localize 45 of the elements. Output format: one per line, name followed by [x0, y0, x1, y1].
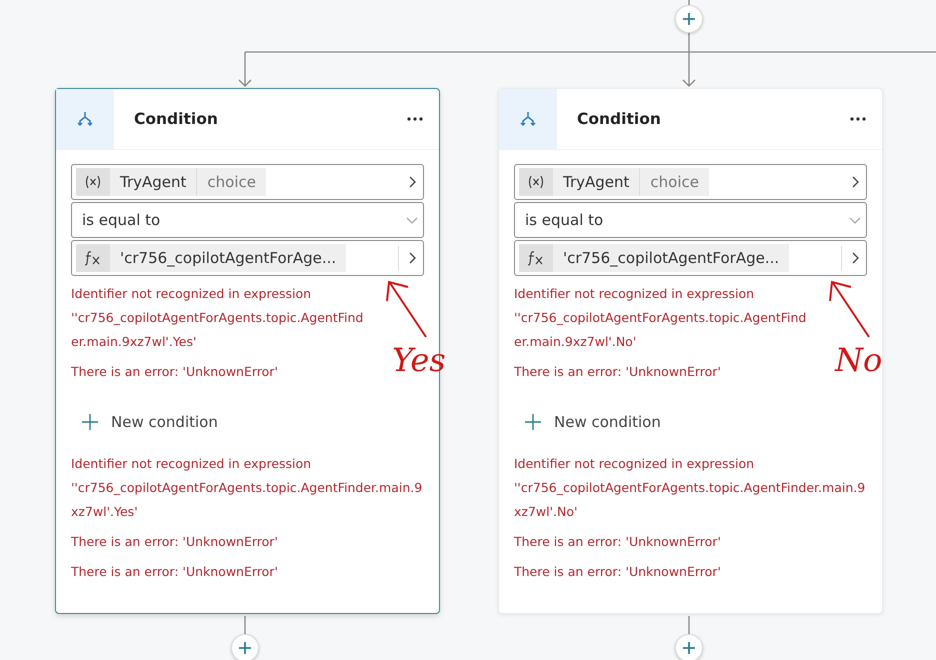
add-step-button[interactable]: [675, 634, 703, 660]
annotation-text: No: [835, 341, 882, 379]
error-message: There is an error: 'UnknownError': [71, 533, 279, 551]
connector-arrow: [238, 51, 252, 87]
error-message: Identifier not recognized in expression ''cr756_copilotAgentForAgents.topic.AgentFinder.main.9xz7wl'.Yes': [71, 455, 424, 521]
value-text: 'cr756_copilotAgentForAge...: [562, 248, 780, 269]
branch-icon: [76, 110, 94, 128]
new-condition-button[interactable]: New condition: [514, 406, 671, 438]
variable-name: TryAgent: [562, 172, 630, 193]
add-step-button[interactable]: [231, 634, 259, 660]
more-options-icon[interactable]: [407, 117, 423, 121]
error-message: There is an error: 'UnknownError': [71, 363, 279, 381]
variable-icon: [76, 168, 110, 196]
error-message: Identifier not recognized in expression ''cr756_copilotAgentForAgents.topic.AgentFinder.main.9xz7wl'.Yes': [71, 285, 364, 351]
error-message: Identifier not recognized in expression ''cr756_copilotAgentForAgents.topic.AgentFinder.main.9xz7wl'.No': [514, 285, 808, 351]
error-message: There is an error: 'UnknownError': [514, 363, 722, 381]
error-message: There is an error: 'UnknownError': [514, 533, 722, 551]
formula-icon: [76, 244, 110, 272]
plus-icon: [682, 12, 696, 26]
value-picker[interactable]: 'cr756_copilotAgentForAge...: [514, 240, 867, 276]
plus-icon: [682, 641, 696, 655]
variable-picker[interactable]: TryAgent choice: [71, 164, 424, 200]
branch-icon: [519, 110, 537, 128]
error-message: Identifier not recognized in expression ''cr756_copilotAgentForAgents.topic.AgentFinder.main.9xz7wl'.No': [514, 455, 866, 521]
value-text: 'cr756_copilotAgentForAge...: [119, 248, 338, 269]
connector-arrow: [682, 51, 696, 87]
card-title: Condition: [133, 110, 219, 128]
variable-type: choice: [639, 168, 709, 196]
variable-picker[interactable]: TryAgent choice: [514, 164, 867, 200]
plus-icon: [524, 413, 542, 431]
plus-icon: [238, 641, 252, 655]
add-step-button[interactable]: [675, 5, 703, 33]
value-picker[interactable]: 'cr756_copilotAgentForAge...: [71, 240, 424, 276]
error-message: There is an error: 'UnknownError': [514, 563, 722, 581]
new-condition-button[interactable]: New condition: [71, 406, 228, 438]
error-message: There is an error: 'UnknownError': [71, 563, 279, 581]
operator-dropdown[interactable]: is equal to: [71, 202, 424, 238]
card-title: Condition: [576, 110, 662, 128]
operator-dropdown[interactable]: is equal to: [514, 202, 867, 238]
variable-icon: [519, 168, 553, 196]
plus-icon: [81, 413, 99, 431]
formula-icon: [519, 244, 553, 272]
variable-name: TryAgent: [119, 172, 188, 193]
more-options-icon[interactable]: [850, 117, 866, 121]
variable-type: choice: [196, 168, 266, 196]
